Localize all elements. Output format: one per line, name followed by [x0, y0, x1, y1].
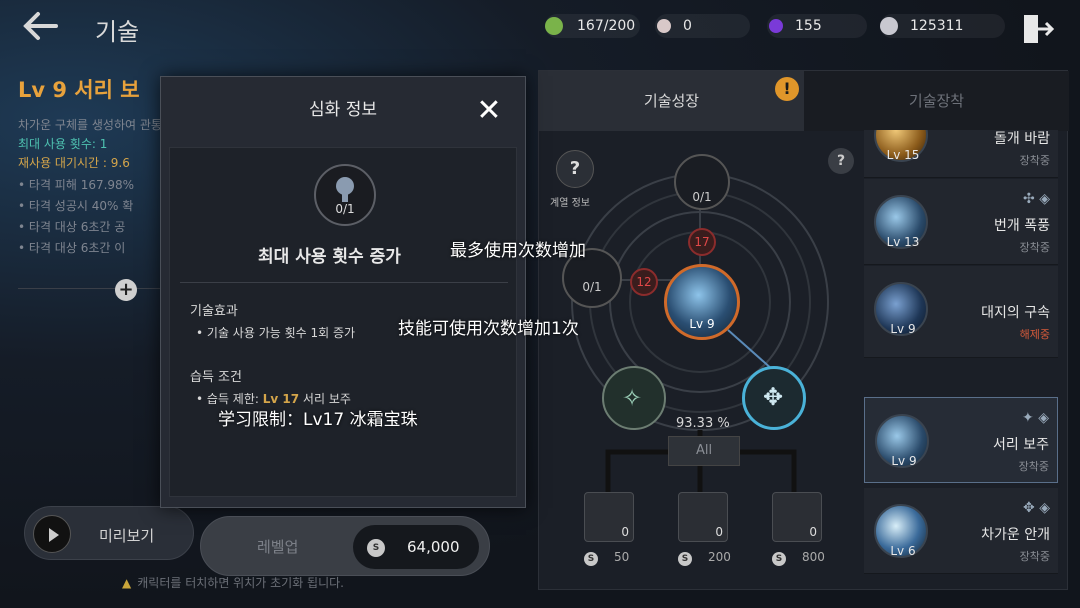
skill-icon: Lv 9: [874, 282, 928, 336]
stamina-value: 167/200: [577, 18, 636, 34]
req-level-badge: 17: [688, 228, 716, 256]
skill-bullet: • 타격 성공시 40% 확: [18, 199, 134, 213]
silver-coin-icon: S: [678, 552, 692, 566]
tab-skill-equip[interactable]: 기술장착: [804, 71, 1069, 131]
enhancement-info-modal: 심화 정보 ✕ 0/1 최대 사용 횟수 증가 기술효과 • 기술 사용 가능 …: [160, 76, 526, 508]
play-icon[interactable]: [33, 515, 71, 553]
silver-value: 125311: [910, 18, 964, 34]
skill-book-item[interactable]: 0: [678, 492, 728, 542]
close-icon[interactable]: ✕: [473, 95, 505, 127]
tab-skill-growth[interactable]: 기술성장: [539, 71, 804, 131]
skill-bullet: • 타격 피해 167.98%: [18, 178, 135, 192]
req-level-badge: 12: [630, 268, 658, 296]
resource-pearl: 0: [655, 14, 750, 38]
tree-node-top[interactable]: 0/1: [674, 154, 730, 210]
rune-icons: ✥ ◈: [1023, 500, 1050, 516]
annotation-requirement: 学习限制：Lv17 冰霜宝珠: [218, 410, 418, 430]
effect-title: 기술효과: [190, 304, 238, 319]
skill-icon: Lv 6: [874, 504, 928, 558]
book-cost: S 800: [772, 550, 825, 566]
tree-node-branch-a[interactable]: ✧: [602, 366, 666, 430]
pearl-icon: [657, 19, 671, 33]
branch-b-icon: ✥: [763, 383, 784, 411]
silver-coin-icon: S: [772, 552, 786, 566]
all-button[interactable]: All: [668, 436, 740, 466]
preview-button[interactable]: 미리보기: [24, 506, 194, 560]
enhancement-node-icon: 0/1: [314, 164, 376, 226]
enhancement-name: 최대 사용 횟수 증가: [258, 247, 401, 267]
warning-icon: ▲: [122, 576, 132, 590]
skill-list-item[interactable]: Lv 9 대지의 구속 해제중: [864, 266, 1058, 358]
skill-icon: Lv 13: [874, 195, 928, 249]
skill-list-item[interactable]: ✥ ◈ Lv 6 차가운 안개 장착중: [864, 488, 1058, 574]
progress-percent: 93.33 %: [676, 416, 730, 431]
modal-title: 심화 정보: [309, 100, 377, 120]
skill-book-item[interactable]: 0: [772, 492, 822, 542]
silver-coin-icon: S: [584, 552, 598, 566]
level-up-button[interactable]: 레벨업 S 64,000: [200, 516, 490, 576]
skill-list-item-selected[interactable]: ✦ ◈ Lv 9 서리 보주 장착중: [864, 397, 1058, 483]
alert-badge: !: [775, 77, 799, 101]
rune-icons: ✣ ◈: [1023, 191, 1050, 207]
branch-a-icon: ✧: [622, 384, 643, 412]
preview-label: 미리보기: [99, 527, 155, 545]
resource-stamina: 167/200: [545, 14, 640, 38]
expand-plus-icon[interactable]: +: [115, 279, 137, 301]
stamina-icon: [545, 17, 563, 35]
skill-icon: Lv 15: [874, 130, 928, 162]
skill-max-uses: 최대 사용 횟수: 1: [18, 137, 108, 151]
skill-icon: Lv 9: [875, 414, 929, 468]
tree-node-center[interactable]: Lv 9: [664, 264, 740, 340]
silver-coin-icon: S: [367, 539, 385, 557]
annotation-name: 最多使用次数增加: [450, 241, 586, 261]
tree-node-branch-b[interactable]: ✥: [742, 366, 806, 430]
lineage-label: 계열 정보: [550, 198, 590, 209]
crystal-icon: [769, 19, 783, 33]
silver-coin-icon: [880, 17, 898, 35]
back-arrow-icon[interactable]: [20, 8, 60, 44]
effect-line: • 기술 사용 가능 횟수 1회 증가: [196, 326, 356, 340]
skill-book-item[interactable]: 0: [584, 492, 634, 542]
skill-bullet: • 타격 대상 6초간 공: [18, 220, 126, 234]
pearl-value: 0: [683, 18, 692, 34]
resource-silver: 125311: [880, 14, 1005, 38]
divider: [180, 282, 508, 283]
crystal-value: 155: [795, 18, 822, 34]
book-cost: S 50: [584, 550, 629, 566]
skill-cooldown: 재사용 대기시간 : 9.6: [18, 156, 130, 170]
skill-list-item[interactable]: Lv 15 돌개 바람 장착중: [864, 130, 1058, 178]
divider: [18, 288, 163, 289]
skill-title: Lv 9 서리 보: [18, 78, 140, 102]
top-bar: 기술 167/200 0 155 125311: [0, 0, 1080, 52]
lineage-help-icon[interactable]: ?: [556, 150, 594, 188]
skill-list-item[interactable]: ✣ ◈ Lv 13 번개 폭풍 장착중: [864, 179, 1058, 265]
book-cost: S 200: [678, 550, 731, 566]
page-title: 기술: [95, 18, 140, 46]
level-up-label: 레벨업: [257, 538, 299, 556]
exit-door-icon[interactable]: [1020, 12, 1056, 46]
skill-bullet: • 타격 대상 6초간 이: [18, 241, 126, 255]
help-icon[interactable]: ?: [828, 148, 854, 174]
level-up-price: S 64,000: [353, 525, 479, 569]
annotation-effect: 技能可使用次数增加1次: [398, 319, 579, 339]
skill-list: Lv 15 돌개 바람 장착중 ✣ ◈ Lv 13 번개 폭풍 장착중 Lv 9…: [864, 130, 1058, 590]
reset-warning: ▲ 캐릭터를 터치하면 위치가 초기화 됩니다.: [122, 576, 344, 590]
rune-icons: ✦ ◈: [1022, 410, 1049, 426]
resource-crystal: 155: [767, 14, 867, 38]
requirement-title: 습득 조건: [190, 370, 242, 385]
skill-tree: ? 계열 정보 ? 0/1 17 0/1 12 Lv 9 ✧ ✥ 93.33 %…: [548, 140, 858, 580]
